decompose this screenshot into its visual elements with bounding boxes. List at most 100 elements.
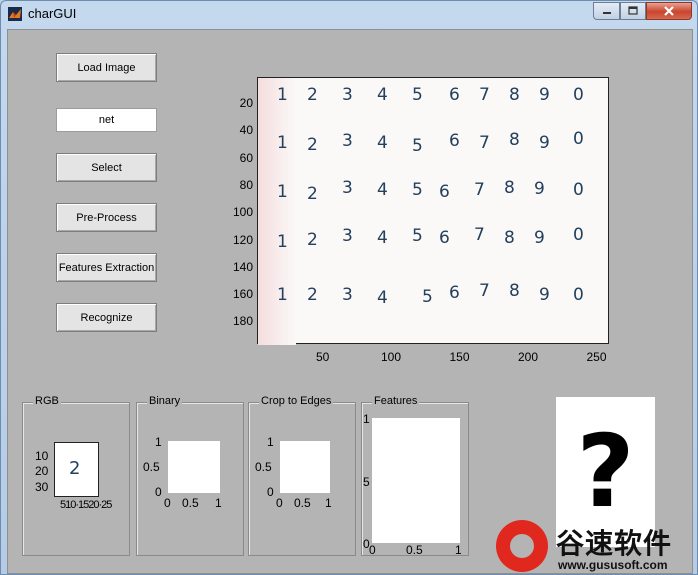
handwritten-digit: 1 (277, 133, 288, 153)
close-button[interactable] (646, 2, 692, 20)
main-ytick: 80 (239, 177, 253, 192)
watermark: 谷速软件 www.gususoft.com (496, 520, 696, 574)
handwritten-digit: 7 (474, 225, 485, 245)
crop-ytick: 0.5 (255, 460, 272, 474)
rgb-panel: RGB 2 10 20 30 510·1520·25 (22, 395, 130, 556)
handwritten-digit: 5 (422, 287, 433, 307)
handwritten-digit: 0 (573, 129, 584, 149)
handwritten-digit: 4 (377, 133, 388, 153)
handwritten-digit: 3 (342, 285, 353, 305)
handwritten-digit: 3 (342, 226, 353, 246)
figure-area: Load Image net Select Pre-Process Featur… (7, 29, 693, 574)
crop-panel-title: Crop to Edges (259, 395, 334, 407)
recognize-button[interactable]: Recognize (56, 303, 157, 332)
handwritten-digit: 8 (509, 130, 520, 150)
binary-xtick: 1 (215, 496, 222, 510)
handwritten-digit: 6 (439, 228, 450, 248)
crop-ytick: 1 (267, 435, 274, 449)
handwritten-digit: 7 (474, 180, 485, 200)
close-icon (664, 6, 674, 16)
select-button[interactable]: Select (56, 153, 157, 182)
handwritten-digit: 5 (412, 180, 423, 200)
handwritten-digit: 0 (573, 85, 584, 105)
handwritten-digit: 2 (307, 230, 318, 250)
maximize-button[interactable] (620, 2, 646, 20)
handwritten-digit: 4 (377, 180, 388, 200)
rgb-ytick-30: 30 (35, 480, 49, 494)
title-bar[interactable]: charGUI (1, 1, 697, 28)
main-ytick: 160 (232, 287, 253, 302)
handwritten-digit: 2 (307, 135, 318, 155)
main-xtick: 100 (381, 350, 402, 364)
load-image-button[interactable]: Load Image (56, 53, 157, 82)
main-xtick: 250 (586, 350, 607, 364)
handwritten-digit: 2 (307, 85, 318, 105)
rgb-xticks: 510·1520·25 (60, 499, 112, 511)
handwritten-digit: 8 (509, 85, 520, 105)
binary-ytick: 0.5 (143, 460, 160, 474)
handwritten-digit: 9 (534, 228, 545, 248)
main-ytick: 180 (232, 314, 253, 329)
handwritten-digit: 4 (377, 85, 388, 105)
handwritten-digit: 2 (307, 184, 318, 204)
handwritten-digit: 6 (449, 131, 460, 151)
preprocess-button[interactable]: Pre-Process (56, 203, 157, 232)
main-xtick: 200 (518, 350, 539, 364)
handwritten-digit: 4 (377, 228, 388, 248)
handwritten-digit: 7 (479, 281, 490, 301)
handwritten-digit: 3 (342, 131, 353, 151)
handwritten-digit: 9 (539, 85, 550, 105)
handwritten-digit: 8 (504, 228, 515, 248)
crop-ytick: 0 (267, 485, 274, 499)
main-ytick: 140 (232, 259, 253, 274)
main-ytick: 120 (232, 232, 253, 247)
handwritten-digit: 2 (307, 285, 318, 305)
handwritten-digit: 8 (504, 178, 515, 198)
watermark-url: www.gususoft.com (558, 558, 668, 572)
binary-panel: Binary 1 0.5 0 0 0.5 1 (136, 395, 244, 556)
watermark-text: 谷速软件 (556, 527, 673, 560)
watermark-logo-icon (496, 520, 548, 572)
main-xtick: 150 (449, 350, 470, 364)
net-input[interactable]: net (56, 108, 157, 132)
binary-ytick: 1 (155, 435, 162, 449)
minimize-button[interactable] (593, 2, 620, 20)
rgb-ytick-20: 20 (35, 464, 49, 478)
features-panel-title: Features (372, 395, 420, 407)
features-extraction-button[interactable]: Features Extraction (56, 253, 157, 282)
main-ytick: 20 (239, 96, 253, 110)
handwritten-digit: 5 (412, 136, 423, 156)
matlab-icon (8, 7, 22, 21)
crop-panel: Crop to Edges 1 0.5 0 0 0.5 1 (248, 395, 356, 556)
rgb-ytick-10: 10 (35, 449, 49, 463)
handwritten-digit: 1 (277, 85, 288, 105)
features-ytick: 5 (363, 475, 370, 489)
features-axes (372, 418, 460, 543)
features-xtick: 0 (369, 543, 376, 557)
handwritten-digit: 0 (573, 285, 584, 305)
handwritten-digit: 1 (277, 285, 288, 305)
handwritten-digit: 9 (539, 133, 550, 153)
binary-xtick: 0 (164, 496, 171, 510)
handwritten-digit: 4 (377, 288, 388, 308)
maximize-icon (628, 6, 638, 15)
main-xtick: 50 (316, 350, 330, 364)
features-panel: Features 1 5 0 0 0.5 1 (361, 395, 469, 557)
features-xtick: 0.5 (406, 543, 423, 557)
crop-xtick: 1 (325, 496, 332, 510)
handwritten-digit: 9 (534, 179, 545, 199)
handwritten-digit: 1 (277, 232, 288, 252)
window: charGUI Load Image net Select Pre-Proces… (0, 0, 698, 575)
rgb-panel-title: RGB (33, 395, 61, 407)
main-ytick: 40 (239, 123, 253, 138)
window-title: charGUI (28, 6, 77, 21)
rgb-digit: 2 (69, 458, 81, 479)
handwritten-digit: 1 (277, 182, 288, 202)
handwritten-digit: 3 (342, 178, 353, 198)
binary-panel-title: Binary (147, 395, 183, 407)
binary-ytick: 0 (155, 485, 162, 499)
crop-axes (280, 441, 330, 493)
crop-xtick: 0.5 (294, 496, 311, 510)
handwritten-digit: 5 (412, 226, 423, 246)
handwritten-digit: 7 (479, 85, 490, 105)
